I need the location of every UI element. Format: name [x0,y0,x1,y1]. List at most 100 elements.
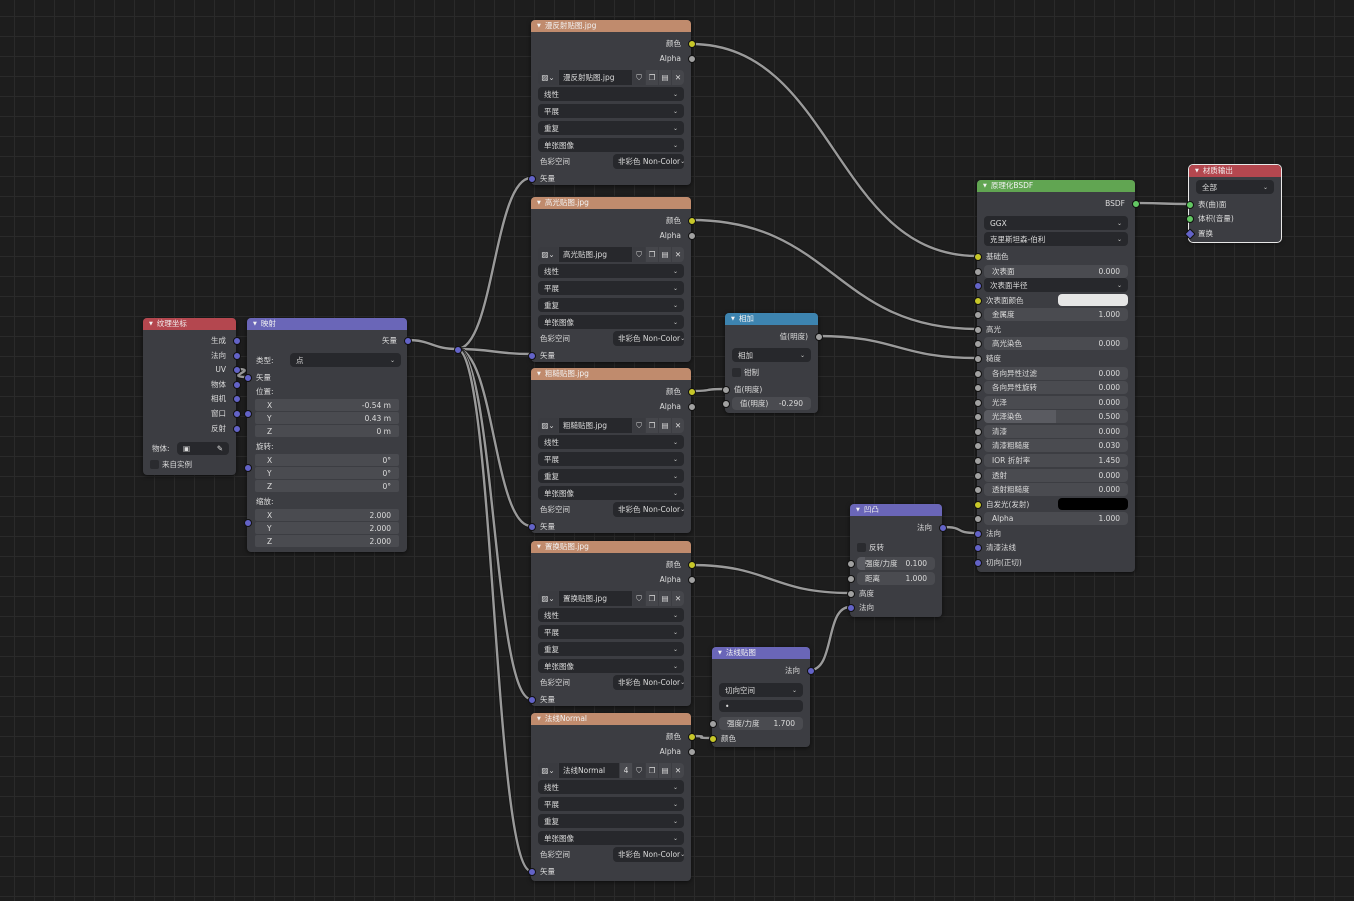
collapse-triangle-icon[interactable]: ▼ [537,544,541,550]
socket-left[interactable] [1185,200,1194,209]
duplicate-image-icon[interactable]: ❐ [646,591,658,606]
socket-left[interactable] [973,514,982,523]
node-header[interactable]: ▼ 粗糙贴图.jpg [531,368,691,380]
socket-left[interactable] [973,369,982,378]
vector-component-field[interactable]: X -0.54 m [255,398,399,412]
image-name-field[interactable]: 漫反射贴图.jpg [559,70,632,85]
object-field[interactable]: ▣ ✎ [177,441,229,455]
value-field[interactable]: 光泽染色 0.500 [984,409,1128,423]
node-link[interactable] [1135,201,1190,206]
value-field[interactable]: 清漆 0.000 [984,424,1128,438]
value-field[interactable]: 透射 0.000 [984,468,1128,482]
collapse-triangle-icon[interactable]: ▼ [537,716,541,722]
dropdown[interactable]: 平展 ⌄ [538,281,684,295]
socket-left[interactable] [846,589,855,598]
checkbox-box[interactable] [732,367,741,377]
dropdown[interactable]: 平展 ⌄ [538,452,684,466]
text-field[interactable]: • [719,700,803,712]
dropdown[interactable]: 单张图像 ⌄ [538,138,684,152]
vector-component-field[interactable]: X 0° [255,453,399,467]
socket-right[interactable] [232,365,241,374]
collapse-triangle-icon[interactable]: ▼ [731,316,735,322]
image-name-field[interactable]: 粗糙贴图.jpg [559,418,632,433]
socket-left[interactable] [527,867,536,876]
socket-right[interactable] [232,409,241,418]
dropdown[interactable]: 点 ⌄ [290,353,401,367]
open-image-icon[interactable]: ▤ [659,418,671,433]
node-header[interactable]: ▼ 法线贴图 [712,647,810,659]
node-header[interactable]: ▼ 相加 [725,313,818,325]
value-field[interactable]: 金属度 1.000 [984,307,1128,321]
node-math-add[interactable]: ▼ 相加 值(明度) 相加 ⌄ 钳制 值(明度) 值(明度) -0.290 [721,313,823,413]
checkbox-box[interactable] [857,542,866,552]
dropdown[interactable]: 线性 ⌄ [538,780,684,794]
collapse-triangle-icon[interactable]: ▼ [983,183,987,189]
duplicate-image-icon[interactable]: ❐ [646,763,658,778]
socket-right[interactable] [687,747,696,756]
image-name-field[interactable]: 法线Normal [559,763,619,778]
value-field[interactable]: 强度/力度 1.700 [719,716,803,730]
socket-right[interactable] [687,54,696,63]
node-header[interactable]: ▼ 法线Normal [531,713,691,725]
open-image-icon[interactable]: ▤ [659,70,671,85]
image-browse-icon[interactable]: ▨⌄ [538,418,558,433]
duplicate-image-icon[interactable]: ❐ [646,70,658,85]
socket-left[interactable] [973,354,982,363]
image-selector[interactable]: ▨⌄ 高光贴图.jpg ⛉ ❐ ▤ ✕ [538,247,684,262]
socket-left[interactable] [973,441,982,450]
image-browse-icon[interactable]: ▨⌄ [538,70,558,85]
socket-right[interactable] [403,336,412,345]
socket-left[interactable] [527,351,536,360]
dropdown[interactable]: 重复 ⌄ [538,121,684,135]
collapse-triangle-icon[interactable]: ▼ [718,650,722,656]
checkbox[interactable]: 来自实例 [150,459,192,470]
color-swatch[interactable] [1058,294,1128,306]
dropdown[interactable]: 线性 ⌄ [538,435,684,449]
socket-left[interactable] [973,427,982,436]
dropdown[interactable]: 单张图像 ⌄ [538,659,684,673]
open-image-icon[interactable]: ▤ [659,763,671,778]
image-selector[interactable]: ▨⌄ 置换贴图.jpg ⛉ ❐ ▤ ✕ [538,591,684,606]
image-name-field[interactable]: 置换贴图.jpg [559,591,632,606]
node-link[interactable] [941,525,978,535]
socket-left[interactable] [973,456,982,465]
socket-left[interactable] [708,734,717,743]
dropdown[interactable]: 单张图像 ⌄ [538,486,684,500]
dropdown[interactable]: GGX ⌄ [984,216,1128,230]
value-field[interactable]: 距离 1.000 [857,571,935,585]
socket-left[interactable] [243,463,252,472]
value-field[interactable]: 次表面 0.000 [984,264,1128,278]
vector-component-field[interactable]: Z 0 m [255,424,399,438]
unlink-close-icon[interactable]: ✕ [672,591,684,606]
image-selector[interactable]: ▨⌄ 法线Normal 4 ⛉ ❐ ▤ ✕ [538,763,684,778]
collapse-triangle-icon[interactable]: ▼ [537,23,541,29]
node-texcoord[interactable]: ▼ 纹理坐标 生成 法向 UV 物体 相机 窗口 反射 物体: ▣ ✎ 来自实例 [143,318,241,475]
fake-user-shield-icon[interactable]: ⛉ [633,591,645,606]
socket-left[interactable] [708,719,717,728]
node-img-displacement[interactable]: ▼ 置换贴图.jpg 颜色 Alpha ▨⌄ 置换贴图.jpg ⛉ ❐ ▤ ✕ 线性 ⌄ 平展 ⌄ 重复 ⌄ 单… [527,541,696,706]
socket-right[interactable] [687,732,696,741]
value-field[interactable]: IOR 折射率 1.450 [984,453,1128,467]
node-link[interactable] [456,176,532,351]
checkbox-box[interactable] [150,459,159,469]
dropdown[interactable]: 平展 ⌄ [538,625,684,639]
socket-right[interactable] [687,575,696,584]
vector-component-field[interactable]: Z 2.000 [255,534,399,548]
eyedropper-icon[interactable]: ✎ [217,444,223,453]
dropdown[interactable]: 次表面半径 ⌄ [984,278,1128,292]
fake-user-shield-icon[interactable]: ⛉ [633,418,645,433]
image-name-field[interactable]: 高光贴图.jpg [559,247,632,262]
node-img-specular[interactable]: ▼ 高光贴图.jpg 颜色 Alpha ▨⌄ 高光贴图.jpg ⛉ ❐ ▤ ✕ 线性 ⌄ 平展 ⌄ 重复 ⌄ 单… [527,197,696,362]
node-header[interactable]: ▼ 原理化BSDF [977,180,1135,192]
unlink-close-icon[interactable]: ✕ [672,70,684,85]
socket-left[interactable] [973,471,982,480]
checkbox[interactable]: 反转 [857,542,884,553]
unlink-close-icon[interactable]: ✕ [672,418,684,433]
socket-right[interactable] [687,216,696,225]
dropdown[interactable]: 重复 ⌄ [538,642,684,656]
dropdown[interactable]: 相加 ⌄ [732,348,811,362]
dropdown[interactable]: 线性 ⌄ [538,87,684,101]
socket-left[interactable] [846,574,855,583]
node-img-normal[interactable]: ▼ 法线Normal 颜色 Alpha ▨⌄ 法线Normal 4 ⛉ ❐ ▤ ✕ 线性 ⌄ 平展 ⌄ 重复 ⌄… [527,713,696,881]
socket-left[interactable] [973,383,982,392]
